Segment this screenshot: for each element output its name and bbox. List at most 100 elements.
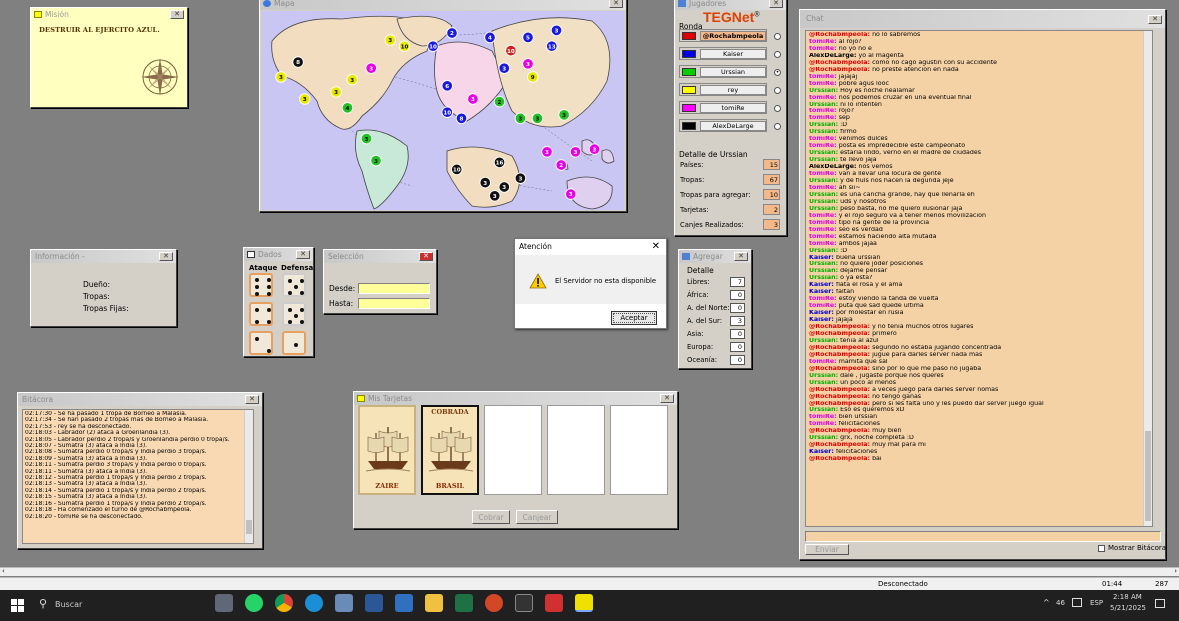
close-icon[interactable]: ✕ xyxy=(734,252,748,261)
army-marker[interactable]: 3 xyxy=(275,71,287,83)
army-marker[interactable]: 8 xyxy=(455,112,468,125)
player-radio[interactable] xyxy=(774,51,781,58)
close-icon[interactable]: ✕ xyxy=(159,252,173,261)
army-marker[interactable]: 8 xyxy=(292,56,304,68)
army-marker[interactable]: 3 xyxy=(479,176,491,189)
player-row[interactable]: tomiRe xyxy=(679,101,781,114)
bitacora-titlebar[interactable]: Bitácora ✕ xyxy=(18,393,262,406)
world-map[interactable]: 383333104310231063108293 333310163333 3 332… xyxy=(262,11,624,210)
mostrar-bitacora-checkbox[interactable] xyxy=(1098,545,1105,552)
empty-card-slot[interactable] xyxy=(547,405,605,495)
army-marker[interactable]: 3 xyxy=(498,62,510,74)
agregar-titlebar[interactable]: Agregar ✕ xyxy=(679,250,751,263)
army-marker[interactable]: 3 xyxy=(514,172,527,184)
army-marker[interactable]: 3 xyxy=(541,146,553,158)
army-marker[interactable]: 3 xyxy=(346,73,358,86)
windows-start-icon[interactable] xyxy=(11,599,24,612)
army-marker[interactable]: 2 xyxy=(555,159,568,171)
en-app-icon[interactable] xyxy=(515,594,533,612)
close-icon[interactable]: ✕ xyxy=(296,250,310,259)
army-marker[interactable]: 16 xyxy=(493,156,506,169)
aceptar-button[interactable]: Aceptar xyxy=(611,311,657,325)
army-marker[interactable]: 9 xyxy=(527,71,539,83)
chat-input[interactable] xyxy=(805,531,1161,542)
player-radio[interactable] xyxy=(774,87,781,94)
army-marker[interactable]: 3 xyxy=(531,112,544,125)
army-marker[interactable]: 3 xyxy=(558,109,570,121)
excel-app-icon[interactable] xyxy=(455,594,473,612)
clock-time[interactable]: 2:18 AM xyxy=(1113,593,1142,601)
close-icon[interactable]: ✕ xyxy=(1148,15,1162,24)
territory-card[interactable]: COBRADA BRASIL xyxy=(421,405,479,495)
army-marker[interactable]: 2 xyxy=(446,27,458,39)
canjear-button[interactable]: Canjear xyxy=(516,510,558,524)
player-radio[interactable] xyxy=(774,105,781,112)
cobrar-button[interactable]: Cobrar xyxy=(472,510,510,524)
tarjetas-titlebar[interactable]: Mis Tarjetas ✕ xyxy=(354,392,677,405)
army-marker[interactable]: 3 xyxy=(384,34,396,46)
tray-chevron-icon[interactable]: ^ xyxy=(1043,598,1050,607)
army-marker[interactable]: 3 xyxy=(522,58,534,70)
army-marker[interactable]: 4 xyxy=(341,102,354,114)
army-marker[interactable]: 3 xyxy=(569,146,582,158)
close-icon[interactable]: ✕ xyxy=(660,394,674,403)
bitacora-scrollbar[interactable] xyxy=(244,410,253,543)
close-icon[interactable]: ✕ xyxy=(652,239,660,255)
army-marker[interactable]: 10 xyxy=(427,40,439,52)
dados-titlebar[interactable]: Dados ✕ xyxy=(244,248,313,261)
army-marker[interactable]: 3 xyxy=(588,143,601,155)
search-box[interactable]: ⚲ Buscar xyxy=(33,594,203,617)
clock-date[interactable]: 5/21/2025 xyxy=(1110,604,1146,612)
army-marker[interactable]: 3 xyxy=(565,188,577,200)
chat-scrollbar[interactable] xyxy=(1143,31,1152,526)
whatsapp-app-icon[interactable] xyxy=(245,594,263,612)
army-marker[interactable]: 13 xyxy=(546,40,558,52)
army-marker[interactable]: 3 xyxy=(498,181,510,193)
settings-app-icon[interactable] xyxy=(215,594,233,612)
army-marker[interactable]: 10 xyxy=(505,44,517,57)
mision-titlebar[interactable]: Misión ✕ xyxy=(31,8,187,21)
army-marker[interactable]: 2 xyxy=(493,95,506,108)
informacion-titlebar[interactable]: Información - ✕ xyxy=(31,250,176,263)
language-indicator[interactable]: ESP xyxy=(1090,599,1103,607)
word-app-icon[interactable] xyxy=(365,594,383,612)
army-marker[interactable]: 3 xyxy=(330,86,342,98)
powerpoint-app-icon[interactable] xyxy=(485,594,503,612)
chrome-app-icon[interactable] xyxy=(275,594,293,612)
army-marker[interactable]: 3 xyxy=(488,190,501,202)
close-icon[interactable]: ✕ xyxy=(769,0,783,8)
scroll-right-icon[interactable]: › xyxy=(1174,567,1177,575)
notification-icon[interactable] xyxy=(1155,599,1165,608)
teg-app-icon[interactable] xyxy=(575,594,593,612)
army-marker[interactable]: 10 xyxy=(398,40,411,52)
hasta-field[interactable] xyxy=(358,298,430,309)
player-row[interactable]: @Rochabmpeola xyxy=(679,29,781,42)
army-marker[interactable]: 5 xyxy=(522,31,534,44)
empty-card-slot[interactable] xyxy=(610,405,668,495)
close-icon[interactable]: ✕ xyxy=(245,395,259,404)
player-row[interactable]: Kaiser xyxy=(679,47,781,60)
army-marker[interactable]: 3 xyxy=(514,112,527,125)
desde-field[interactable] xyxy=(358,283,430,294)
chat-titlebar[interactable]: Chat ✕ xyxy=(800,10,1165,28)
close-icon[interactable]: ✕ xyxy=(170,10,184,19)
player-row[interactable]: Urssian • xyxy=(679,65,781,78)
close-icon[interactable]: ✕ xyxy=(419,252,433,261)
explorer-app-icon[interactable] xyxy=(425,594,443,612)
calculator-app-icon[interactable] xyxy=(395,594,413,612)
edge-app-icon[interactable] xyxy=(305,594,323,612)
folder-app-icon[interactable] xyxy=(335,594,353,612)
empty-card-slot[interactable] xyxy=(484,405,542,495)
army-marker[interactable]: 3 xyxy=(370,154,382,167)
army-marker[interactable]: 3 xyxy=(360,132,373,145)
army-marker[interactable]: 6 xyxy=(441,80,453,92)
army-marker[interactable]: 3 xyxy=(467,93,479,105)
player-radio[interactable] xyxy=(774,123,781,130)
pdf-app-icon[interactable] xyxy=(545,594,563,612)
player-row[interactable]: AlexDeLarge xyxy=(679,119,781,132)
player-radio[interactable]: • xyxy=(774,69,781,76)
scroll-left-icon[interactable]: ‹ xyxy=(2,567,5,575)
army-marker[interactable]: 10 xyxy=(441,106,453,118)
horizontal-scrollbar[interactable]: ‹ › xyxy=(0,567,1179,576)
army-marker[interactable]: 3 xyxy=(550,24,563,37)
